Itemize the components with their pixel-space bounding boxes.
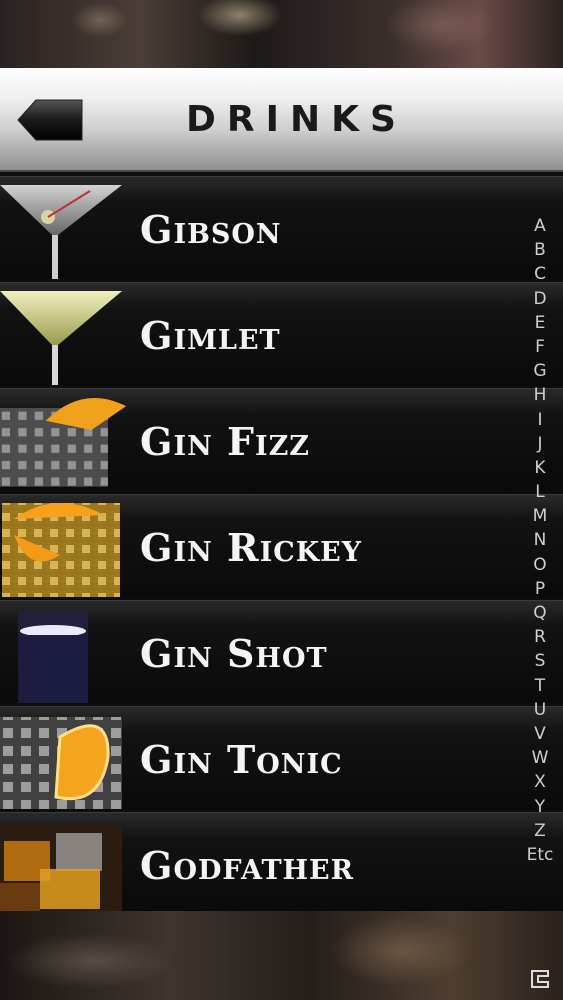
- index-letter[interactable]: Z: [534, 819, 546, 843]
- index-letter[interactable]: V: [534, 722, 546, 746]
- index-letter[interactable]: T: [535, 674, 545, 698]
- index-letter[interactable]: O: [533, 553, 546, 577]
- page-title: DRINKS: [186, 99, 407, 140]
- drink-name: Godfather: [140, 843, 355, 888]
- index-letter[interactable]: Etc: [527, 843, 554, 867]
- list-item[interactable]: Godfather: [0, 812, 563, 915]
- navigation-bar: DRINKS: [0, 68, 563, 172]
- drink-name: Gibson: [140, 207, 282, 252]
- index-letter[interactable]: J: [537, 432, 542, 456]
- drinks-list[interactable]: Gibson Gimlet Gin Fizz Gin Rickey Gin Sh…: [0, 176, 563, 915]
- list-item[interactable]: Gin Tonic: [0, 706, 563, 809]
- martini-glass-icon: [0, 291, 122, 385]
- list-item[interactable]: Gimlet: [0, 282, 563, 385]
- drink-name: Gin Fizz: [140, 419, 311, 464]
- list-item[interactable]: Gin Fizz: [0, 388, 563, 491]
- index-letter[interactable]: C: [534, 262, 546, 286]
- index-letter[interactable]: H: [534, 383, 547, 407]
- drink-name: Gin Shot: [140, 631, 328, 676]
- footer-background-photo: [0, 911, 563, 1000]
- whiskey-glass-icon: [0, 825, 122, 915]
- shot-glass-icon: [18, 611, 88, 703]
- list-item[interactable]: Gibson: [0, 176, 563, 279]
- index-letter[interactable]: A: [534, 214, 546, 238]
- list-item[interactable]: Gin Rickey: [0, 494, 563, 597]
- index-letter[interactable]: B: [534, 238, 546, 262]
- index-letter[interactable]: U: [534, 698, 546, 722]
- index-letter[interactable]: Y: [535, 795, 545, 819]
- drink-name: Gin Rickey: [140, 525, 363, 570]
- index-letter[interactable]: W: [532, 746, 549, 770]
- index-letter[interactable]: F: [535, 335, 545, 359]
- index-letter[interactable]: L: [535, 480, 544, 504]
- drink-name: Gimlet: [140, 313, 281, 358]
- index-letter[interactable]: X: [534, 770, 546, 794]
- index-letter[interactable]: E: [535, 311, 546, 335]
- index-letter[interactable]: K: [534, 456, 545, 480]
- header-background-photo: [0, 0, 563, 68]
- index-letter[interactable]: D: [533, 287, 546, 311]
- highball-glass-icon: [0, 397, 127, 487]
- watermark-logo-icon: [531, 970, 549, 988]
- index-letter[interactable]: R: [534, 625, 546, 649]
- index-letter[interactable]: Q: [533, 601, 546, 625]
- drink-name: Gin Tonic: [140, 737, 343, 782]
- index-letter[interactable]: I: [537, 408, 542, 432]
- martini-glass-icon: [0, 185, 122, 279]
- alphabet-index[interactable]: A B C D E F G H I J K L M N O P Q R S T U V W X Y Z Etc: [517, 214, 563, 867]
- rocks-glass-icon: [2, 502, 120, 597]
- index-letter[interactable]: M: [533, 504, 548, 528]
- index-letter[interactable]: N: [534, 528, 547, 552]
- index-letter[interactable]: S: [535, 649, 546, 673]
- tonic-glass-icon: [0, 717, 122, 809]
- index-letter[interactable]: P: [535, 577, 545, 601]
- list-item[interactable]: Gin Shot: [0, 600, 563, 703]
- index-letter[interactable]: G: [533, 359, 546, 383]
